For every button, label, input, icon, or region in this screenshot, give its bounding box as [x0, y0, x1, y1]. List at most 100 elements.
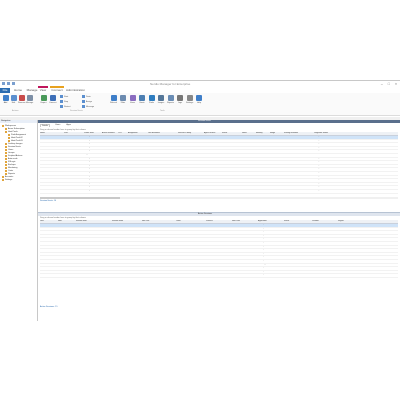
- column-header[interactable]: Protocol: [206, 220, 232, 223]
- logs-button[interactable]: Logs: [177, 95, 184, 104]
- nav-item[interactable]: Desktop Images: [5, 143, 22, 145]
- nav-item[interactable]: Host-Pool-03: [8, 140, 23, 142]
- nav-item[interactable]: Costs: [5, 170, 13, 172]
- nav-item[interactable]: Pool Assignment: [8, 134, 26, 136]
- nav-item[interactable]: Host-Pool-02: [8, 137, 23, 139]
- minimize-icon[interactable]: –: [381, 82, 383, 86]
- export-button[interactable]: Export: [40, 95, 47, 104]
- column-header[interactable]: Notes: [242, 132, 256, 135]
- help-button[interactable]: Help: [196, 95, 203, 104]
- refresh-button[interactable]: Refresh: [110, 95, 117, 104]
- add-button[interactable]: Add: [2, 95, 9, 104]
- nav-item[interactable]: Backups: [5, 164, 16, 166]
- nav-item[interactable]: Reports: [5, 173, 15, 175]
- subtab-details[interactable]: Details: [40, 124, 51, 127]
- column-header[interactable]: Scaling Schedule: [284, 132, 314, 135]
- message-button[interactable]: Message: [82, 105, 94, 108]
- table-cell: HOST-009: [58, 267, 66, 269]
- column-header[interactable]: Active Sessions: [102, 132, 118, 135]
- column-header[interactable]: Host Pool: [232, 220, 258, 223]
- table-cell: Pool-02: [232, 252, 238, 254]
- column-header[interactable]: Name: [40, 132, 64, 135]
- top-horizontal-scrollbar[interactable]: [40, 197, 398, 199]
- nav-item[interactable]: Monitoring: [5, 167, 17, 169]
- nav-item[interactable]: Host Pools: [5, 131, 18, 133]
- maximize-icon[interactable]: □: [388, 82, 390, 86]
- nav-item[interactable]: Settings: [2, 179, 12, 181]
- column-header[interactable]: Assignment: [128, 132, 148, 135]
- table-cell: 0: [102, 153, 103, 155]
- column-header[interactable]: Status: [284, 220, 312, 223]
- manage-button[interactable]: Manage: [26, 95, 33, 104]
- assign-button[interactable]: Assign: [82, 100, 92, 103]
- settings-icon: [186, 95, 193, 101]
- nav-item[interactable]: Azure Subscription: [5, 128, 25, 130]
- table-cell: [242, 143, 256, 146]
- nav-item[interactable]: Accounts: [2, 176, 13, 178]
- table-row[interactable]: user15 HOST-010 2021-10-01 11:52 Active Wind…: [40, 274, 398, 278]
- column-header[interactable]: Region: [338, 220, 364, 223]
- redo-icon[interactable]: [12, 82, 15, 85]
- column-header[interactable]: Power State: [84, 132, 102, 135]
- settings-label: Settings: [186, 102, 194, 104]
- hosts-button[interactable]: Hosts: [139, 95, 146, 104]
- table-cell: RG-AVD-01: [178, 136, 187, 137]
- column-header[interactable]: Session Start: [76, 220, 112, 223]
- nav-item[interactable]: FSLogix: [5, 161, 15, 163]
- nav-item[interactable]: Workspaces: [2, 125, 16, 127]
- reports-button[interactable]: Reports: [167, 95, 174, 104]
- start-button[interactable]: Start: [60, 95, 68, 98]
- subtab-apps[interactable]: Apps: [65, 124, 72, 127]
- table-cell: 16: [256, 182, 258, 184]
- table-cell: HOST-009: [58, 259, 66, 261]
- table-cell: West US: [338, 249, 345, 251]
- column-header[interactable]: CPU: [118, 132, 128, 135]
- connect-button[interactable]: Connect: [49, 95, 56, 104]
- nav-item[interactable]: Scripted Actions: [5, 155, 22, 157]
- stop-button[interactable]: Stop: [60, 100, 68, 103]
- undo-icon[interactable]: [7, 82, 10, 85]
- column-header[interactable]: Session State: [112, 220, 142, 223]
- nav-item[interactable]: Groups: [5, 152, 15, 154]
- column-header[interactable]: Image: [270, 132, 284, 135]
- nav-item[interactable]: Auto-scale: [5, 158, 17, 160]
- column-header[interactable]: Diagnostic Status: [314, 132, 344, 135]
- column-header[interactable]: Duration: [312, 220, 338, 223]
- column-header[interactable]: Pool: [64, 132, 84, 135]
- restart-button[interactable]: Restart: [60, 105, 70, 108]
- nav-item[interactable]: Session Hosts: [5, 146, 21, 148]
- column-header[interactable]: Idle Time: [142, 220, 176, 223]
- drain-button[interactable]: Drain: [82, 95, 91, 98]
- edit-button[interactable]: Edit: [10, 95, 17, 104]
- table-cell: 2021-10-01 09:30: [76, 238, 89, 240]
- filter-button[interactable]: Filter: [120, 95, 127, 104]
- column-header[interactable]: Memory: [256, 132, 270, 135]
- table-cell: Connected: [284, 238, 292, 240]
- pools-button[interactable]: Pools: [148, 95, 155, 104]
- scrollbar-thumb[interactable]: [40, 197, 120, 199]
- table-cell: Healthy: [314, 164, 320, 166]
- column-header[interactable]: User: [40, 220, 58, 223]
- column-header[interactable]: Agent Version: [204, 132, 222, 135]
- column-header[interactable]: Status: [222, 132, 242, 135]
- remove-button[interactable]: Remove: [18, 95, 25, 104]
- column-header[interactable]: Last Heartbeat: [148, 132, 178, 135]
- nav-item[interactable]: Users: [5, 149, 13, 151]
- nav-item-label: Host-Pool-02: [11, 137, 23, 139]
- close-icon[interactable]: ×: [395, 82, 397, 86]
- column-header[interactable]: Client: [176, 220, 206, 223]
- table-cell: [142, 224, 176, 227]
- save-icon[interactable]: [2, 82, 5, 85]
- detail-subtabs: Details Users Apps: [38, 124, 72, 127]
- column-header[interactable]: Host: [58, 220, 76, 223]
- table-cell: Win11: [270, 186, 275, 188]
- add-label: Add: [3, 102, 8, 104]
- users-button[interactable]: Users: [129, 95, 136, 104]
- column-header[interactable]: Application: [258, 220, 284, 223]
- column-header[interactable]: Resource Group: [178, 132, 204, 135]
- table-row[interactable]: AVD-HOST-016 Pool-04 Running 0 2 Pooled 2021-1…: [40, 190, 398, 194]
- settings-button[interactable]: Settings: [186, 95, 193, 104]
- table-cell: Enabled: [284, 168, 290, 170]
- images-button[interactable]: Images: [158, 95, 165, 104]
- subtab-users[interactable]: Users: [54, 124, 61, 127]
